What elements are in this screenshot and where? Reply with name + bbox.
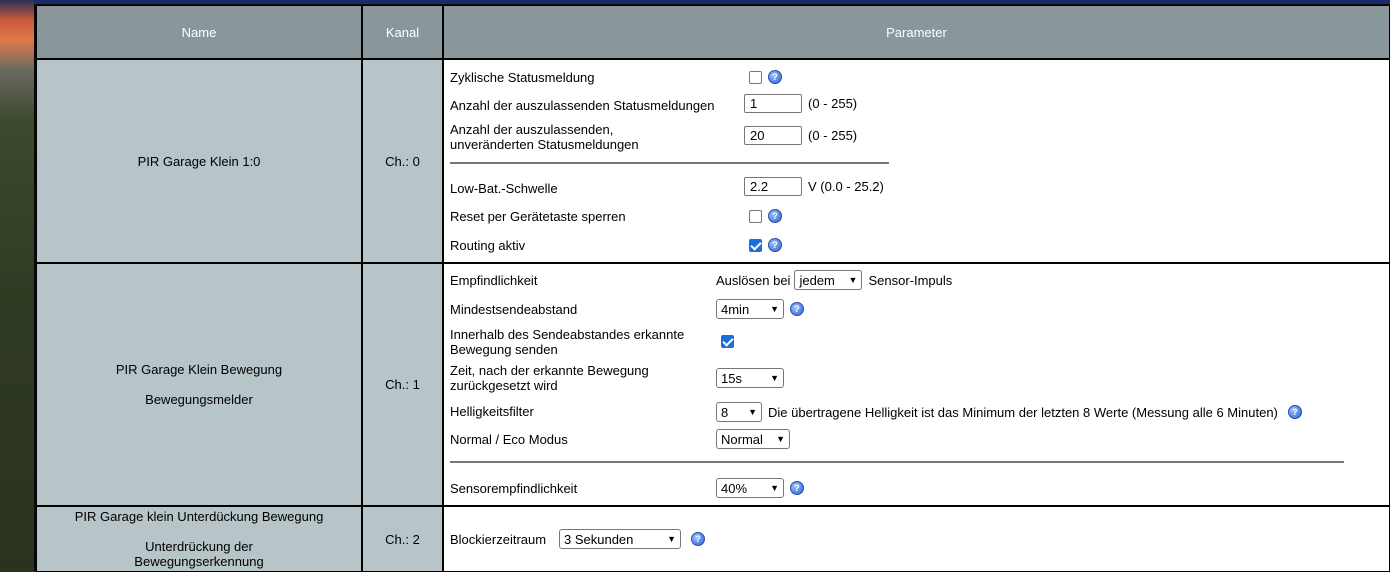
ch0-parameters: Zyklische Statusmeldung ? Anzahl der aus… <box>443 59 1390 263</box>
anzahl2-range: (0 - 255) <box>808 128 858 143</box>
block-label: Blockierzeitraum <box>450 532 547 547</box>
help-icon[interactable]: ? <box>768 70 782 84</box>
routing-label: Routing aktiv <box>450 238 526 253</box>
empf-select[interactable]: jedem ▼ <box>794 270 863 290</box>
chevron-down-icon: ▼ <box>848 275 858 285</box>
innerhalb-label: Innerhalb des Sendeabstandes erkannte Bew… <box>450 327 685 357</box>
ch2-parameters: Blockierzeitraum 3 Sekunden ▼ ? <box>443 506 1390 572</box>
hell-label: Helligkeitsfilter <box>450 404 534 419</box>
hell-select[interactable]: 8 ▼ <box>716 402 762 422</box>
sensor-label: Sensorempfindlichkeit <box>450 481 578 496</box>
lowbat-label: Low-Bat.-Schwelle <box>450 181 558 196</box>
anzahl-range: (0 - 255) <box>808 96 858 111</box>
help-icon[interactable]: ? <box>1287 405 1302 419</box>
zyklisch-checkbox[interactable] <box>749 70 762 84</box>
modus-label: Normal / Eco Modus <box>450 432 568 447</box>
block-select[interactable]: 3 Sekunden ▼ <box>559 529 681 549</box>
divider <box>450 162 889 164</box>
anzahl2-label: Anzahl der auszulassenden, unveränderten … <box>450 122 639 152</box>
header-name: Name <box>36 5 362 59</box>
ch0-kanal: Ch.: 0 <box>362 59 443 263</box>
chevron-down-icon: ▼ <box>667 534 676 544</box>
mindest-select[interactable]: 4min ▼ <box>716 299 784 319</box>
ch1-parameters: Empfindlichkeit Auslösen bei jedem ▼ Sens… <box>443 263 1390 506</box>
chevron-down-icon: ▼ <box>770 304 779 314</box>
help-icon[interactable]: ? <box>768 238 782 252</box>
ch1-kanal: Ch.: 1 <box>362 263 443 506</box>
lowbat-range: V (0.0 - 25.2) <box>808 179 884 194</box>
innerhalb-checkbox[interactable] <box>721 335 734 348</box>
chevron-down-icon: ▼ <box>770 373 779 383</box>
anzahl-input[interactable]: 1 <box>744 94 802 113</box>
help-icon[interactable]: ? <box>790 302 804 316</box>
empf-label: Empfindlichkeit <box>450 273 538 288</box>
ch1-name: PIR Garage Klein Bewegung Bewegungsmelder <box>36 263 362 506</box>
hell-text: Die übertragene Helligkeit ist das Minim… <box>768 404 1278 420</box>
ch2-kanal: Ch.: 2 <box>362 506 443 572</box>
empf-prefix: Auslösen bei <box>716 272 791 288</box>
ch0-name: PIR Garage Klein 1:0 <box>36 59 362 263</box>
anzahl2-input[interactable]: 20 <box>744 126 802 145</box>
chevron-down-icon: ▼ <box>748 407 757 417</box>
anzahl-label: Anzahl der auszulassenden Statusmeldunge… <box>450 98 715 113</box>
background-image <box>0 0 34 571</box>
zeit-select[interactable]: 15s ▼ <box>716 368 784 388</box>
lowbat-input[interactable]: 2.2 <box>744 177 802 196</box>
help-icon[interactable]: ? <box>691 532 705 546</box>
modus-select[interactable]: Normal ▼ <box>716 429 790 449</box>
divider <box>450 461 1344 463</box>
chevron-down-icon: ▼ <box>770 483 779 493</box>
reset-checkbox[interactable] <box>749 209 762 223</box>
reset-label: Reset per Gerätetaste sperren <box>450 209 626 224</box>
mindest-label: Mindestsendeabstand <box>450 302 578 317</box>
help-icon[interactable]: ? <box>790 481 804 495</box>
help-icon[interactable]: ? <box>768 209 782 223</box>
zyklisch-label: Zyklische Statusmeldung <box>450 70 595 85</box>
sensor-select[interactable]: 40% ▼ <box>716 478 784 498</box>
ch2-name: PIR Garage klein Unterdückung Bewegung Un… <box>36 506 362 572</box>
routing-checkbox[interactable] <box>749 238 762 252</box>
device-parameter-table: Name Kanal Parameter PIR Garage Klein 1:… <box>36 5 1390 572</box>
header-kanal: Kanal <box>362 5 443 59</box>
empf-suffix: Sensor-Impuls <box>868 272 953 288</box>
chevron-down-icon: ▼ <box>776 434 785 444</box>
zeit-label: Zeit, nach der erkannte Bewegung zurückge… <box>450 363 649 393</box>
header-parameter: Parameter <box>443 5 1390 59</box>
